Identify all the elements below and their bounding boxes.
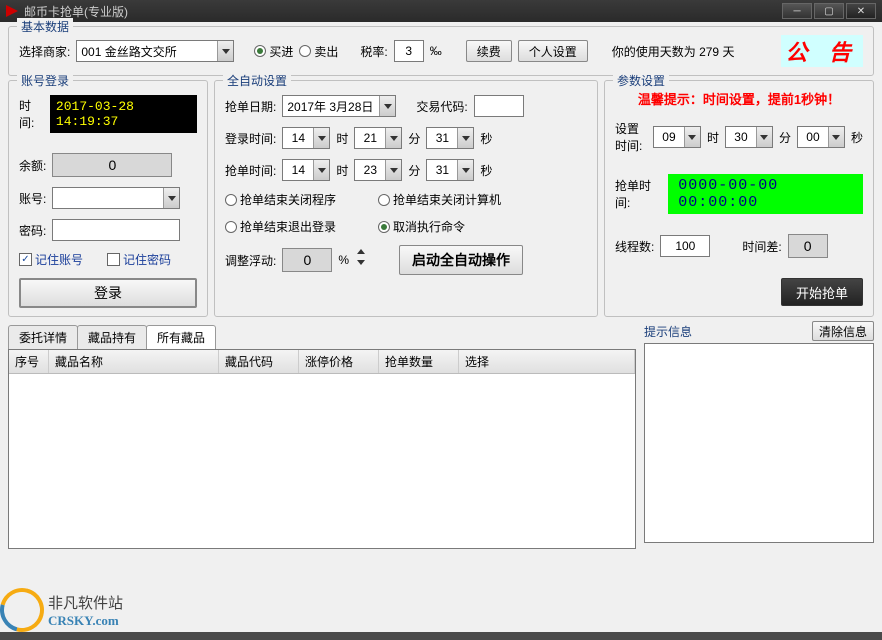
rate-input[interactable]: [394, 40, 424, 62]
rate-label: 税率:: [360, 43, 387, 60]
login-button[interactable]: 登录: [19, 278, 197, 308]
grab-date-picker[interactable]: [282, 95, 396, 117]
watermark-logo: 非凡软件站 CRSKY.com: [0, 588, 123, 632]
password-label: 密码:: [19, 222, 46, 239]
merchant-value[interactable]: [77, 41, 217, 61]
col-qty[interactable]: 抢单数量: [379, 350, 459, 373]
threads-input[interactable]: [660, 235, 710, 257]
basic-legend: 基本数据: [17, 18, 73, 35]
trade-code-label: 交易代码:: [416, 98, 467, 115]
hint-legend: 提示信息: [644, 323, 692, 340]
grab-time-label: 抢单时间:: [225, 162, 276, 179]
time-display: 2017-03-28 14:19:37: [50, 95, 197, 133]
timediff-label: 时间差:: [742, 238, 781, 255]
maximize-button[interactable]: ▢: [814, 3, 844, 19]
threads-label: 线程数:: [615, 238, 654, 255]
float-up[interactable]: [357, 249, 371, 260]
rate-unit: ‰: [430, 44, 442, 58]
param-group: 参数设置 温馨提示：时间设置，提前1秒钟！ 设置时间: 时 分 秒 抢单时间: …: [604, 80, 874, 317]
cancel-cmd-radio[interactable]: 取消执行命令: [378, 218, 465, 235]
set-time-label: 设置时间:: [615, 120, 647, 154]
start-auto-button[interactable]: 启动全自动操作: [399, 245, 523, 275]
param-legend: 参数设置: [613, 72, 669, 89]
set-sec[interactable]: [797, 126, 845, 148]
end-logout-radio[interactable]: 抢单结束退出登录: [225, 218, 336, 235]
logo-ring-icon: [0, 580, 52, 640]
data-grid[interactable]: 序号 藏品名称 藏品代码 涨停价格 抢单数量 选择: [8, 349, 636, 549]
end-close-pc-radio[interactable]: 抢单结束关闭计算机: [378, 191, 501, 208]
account-label: 账号:: [19, 190, 46, 207]
close-button[interactable]: ✕: [846, 3, 876, 19]
tab-holdings[interactable]: 藏品持有: [77, 325, 147, 349]
float-label: 调整浮动:: [225, 252, 276, 269]
float-value: 0: [282, 248, 332, 272]
announce-marquee[interactable]: 公 告: [781, 35, 863, 67]
start-grab-button[interactable]: 开始抢单: [781, 278, 863, 306]
col-code[interactable]: 藏品代码: [219, 350, 299, 373]
tab-entrust[interactable]: 委托详情: [8, 325, 78, 349]
merchant-label: 选择商家:: [19, 43, 70, 60]
trade-code-input[interactable]: [474, 95, 524, 117]
window-title: 邮币卡抢单(专业版): [24, 3, 782, 20]
login-hour[interactable]: [282, 127, 330, 149]
remember-password-checkbox[interactable]: 记住密码: [107, 251, 171, 268]
col-name[interactable]: 藏品名称: [49, 350, 219, 373]
login-sec[interactable]: [426, 127, 474, 149]
col-select[interactable]: 选择: [459, 350, 635, 373]
param-grab-label: 抢单时间:: [615, 177, 662, 211]
login-legend: 账号登录: [17, 72, 73, 89]
app-icon: [6, 5, 18, 17]
grab-min[interactable]: [354, 159, 402, 181]
balance-label: 余额:: [19, 157, 46, 174]
grab-date-label: 抢单日期:: [225, 98, 276, 115]
login-time-label: 登录时间:: [225, 130, 276, 147]
time-label: 时间:: [19, 97, 44, 131]
auto-group: 全自动设置 抢单日期: 交易代码: 登录时间: 时 分 秒 抢单时间: 时 分 …: [214, 80, 598, 317]
sell-radio[interactable]: 卖出: [299, 43, 338, 60]
titlebar: 邮币卡抢单(专业版) ─ ▢ ✕: [0, 0, 882, 22]
account-drop-icon[interactable]: [163, 188, 179, 208]
hint-area: [644, 343, 874, 543]
timediff-value: 0: [788, 234, 828, 258]
login-min[interactable]: [354, 127, 402, 149]
basic-data-group: 基本数据 选择商家: 买进 卖出 税率: ‰ 续费 个人设置 你的使用天数为 2…: [8, 26, 874, 76]
merchant-select[interactable]: [76, 40, 234, 62]
end-close-program-radio[interactable]: 抢单结束关闭程序: [225, 191, 336, 208]
clear-hint-button[interactable]: 清除信息: [812, 321, 874, 341]
auto-legend: 全自动设置: [223, 72, 291, 89]
renew-button[interactable]: 续费: [466, 40, 512, 62]
balance-value: 0: [52, 153, 172, 177]
login-group: 账号登录 时间: 2017-03-28 14:19:37 余额: 0 账号: 密…: [8, 80, 208, 317]
float-down[interactable]: [357, 260, 371, 271]
merchant-drop-icon[interactable]: [217, 41, 233, 61]
profile-button[interactable]: 个人设置: [518, 40, 588, 62]
buy-radio[interactable]: 买进: [254, 43, 293, 60]
col-price[interactable]: 涨停价格: [299, 350, 379, 373]
remember-account-checkbox[interactable]: ✓记住账号: [19, 251, 83, 268]
set-min[interactable]: [725, 126, 773, 148]
col-index[interactable]: 序号: [9, 350, 49, 373]
tab-all[interactable]: 所有藏品: [146, 325, 216, 349]
set-hour[interactable]: [653, 126, 701, 148]
minimize-button[interactable]: ─: [782, 3, 812, 19]
password-input[interactable]: [52, 219, 180, 241]
usage-text: 你的使用天数为 279 天: [612, 43, 735, 60]
grab-sec[interactable]: [426, 159, 474, 181]
account-input[interactable]: [52, 187, 180, 209]
grab-hour[interactable]: [282, 159, 330, 181]
grab-time-display: 0000-00-00 00:00:00: [668, 174, 863, 214]
warm-tip: 温馨提示：时间设置，提前1秒钟！: [615, 89, 863, 108]
